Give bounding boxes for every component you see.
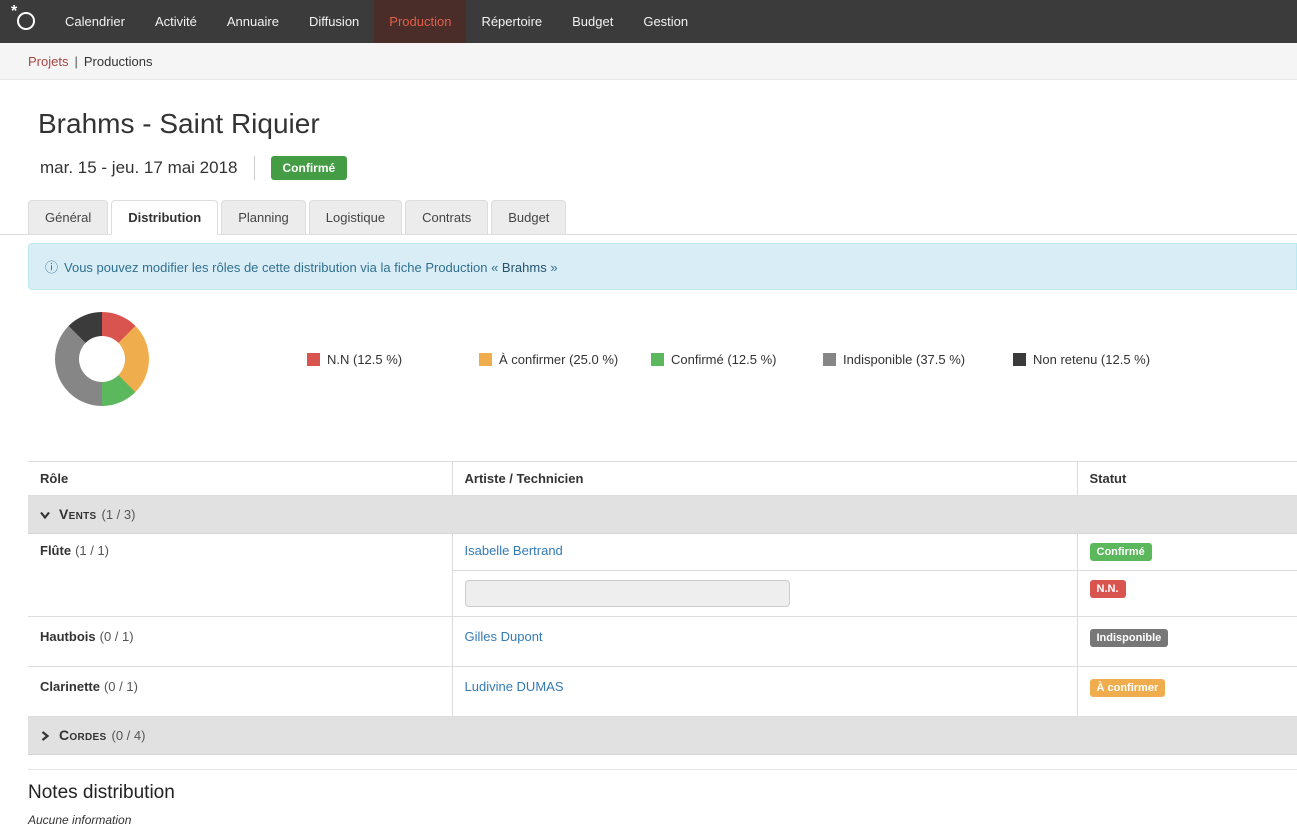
tab-contrats[interactable]: Contrats xyxy=(405,200,488,235)
breadcrumb: Projets | Productions xyxy=(0,43,1297,80)
group-name: Vents xyxy=(59,506,97,522)
column-header-statut: Statut xyxy=(1077,462,1297,496)
legend-item-confirme: Confirmé (12.5 %) xyxy=(651,352,823,367)
distribution-table: Rôle Artiste / Technicien Statut Vents (1… xyxy=(28,461,1297,755)
notes-section: Notes distribution Aucune information xyxy=(28,769,1297,827)
artist-link-gilles-dupont[interactable]: Gilles Dupont xyxy=(465,629,543,644)
table-row: Flûte (1 / 1) Isabelle Bertrand Confirmé xyxy=(28,534,1297,571)
legend-item-non-retenu: Non retenu (12.5 %) xyxy=(1013,352,1203,367)
legend-swatch xyxy=(651,353,664,366)
row-status-badge: À confirmer xyxy=(1090,679,1166,697)
legend-swatch xyxy=(1013,353,1026,366)
legend-label: À confirmer (25.0 %) xyxy=(499,352,618,367)
page-title: Brahms - Saint Riquier xyxy=(38,108,1259,140)
tab-planning[interactable]: Planning xyxy=(221,200,306,235)
notes-empty-text: Aucune information xyxy=(28,813,1297,827)
alert-production-link[interactable]: Brahms xyxy=(502,260,547,275)
chevron-down-icon[interactable] xyxy=(40,508,50,523)
legend-label: N.N (12.5 %) xyxy=(327,352,402,367)
info-icon: ⓘ xyxy=(45,260,58,275)
nav-item-repertoire[interactable]: Répertoire xyxy=(466,0,557,43)
column-header-role: Rôle xyxy=(28,462,452,496)
artist-input[interactable] xyxy=(465,580,790,607)
nav-item-diffusion[interactable]: Diffusion xyxy=(294,0,374,43)
nav-item-production[interactable]: Production xyxy=(374,0,466,43)
production-dates: mar. 15 - jeu. 17 mai 2018 xyxy=(40,158,238,178)
page-header: Brahms - Saint Riquier mar. 15 - jeu. 17… xyxy=(0,80,1297,180)
group-count: (0 / 4) xyxy=(111,728,145,743)
donut-chart xyxy=(55,312,149,406)
legend-item-a-confirmer: À confirmer (25.0 %) xyxy=(479,352,651,367)
app-logo[interactable]: * xyxy=(0,0,50,43)
nav-item-calendrier[interactable]: Calendrier xyxy=(50,0,140,43)
table-header-row: Rôle Artiste / Technicien Statut xyxy=(28,462,1297,496)
artist-link-ludivine-dumas[interactable]: Ludivine DUMAS xyxy=(465,679,564,694)
tab-logistique[interactable]: Logistique xyxy=(309,200,402,235)
alert-text-suffix: » xyxy=(547,260,558,275)
row-status-badge: Confirmé xyxy=(1090,543,1152,561)
legend-label: Indisponible (37.5 %) xyxy=(843,352,965,367)
tab-bar: Général Distribution Planning Logistique… xyxy=(0,200,1297,235)
row-status-badge: N.N. xyxy=(1090,580,1126,598)
breadcrumb-projets-link[interactable]: Projets xyxy=(28,54,68,69)
role-count: (0 / 1) xyxy=(100,629,134,644)
column-header-artiste: Artiste / Technicien xyxy=(452,462,1077,496)
artist-link-isabelle-bertrand[interactable]: Isabelle Bertrand xyxy=(465,543,563,558)
alert-text: Vous pouvez modifier les rôles de cette … xyxy=(64,260,502,275)
table-row: Clarinette (0 / 1) Ludivine DUMAS À confi… xyxy=(28,667,1297,717)
nav-item-activite[interactable]: Activité xyxy=(140,0,212,43)
legend-swatch xyxy=(307,353,320,366)
info-alert: ⓘ Vous pouvez modifier les rôles de cette… xyxy=(28,243,1297,290)
legend-item-indisponible: Indisponible (37.5 %) xyxy=(823,352,1013,367)
notes-title: Notes distribution xyxy=(28,782,1297,804)
role-cell-clarinette: Clarinette (0 / 1) xyxy=(28,667,452,717)
group-count: (1 / 3) xyxy=(102,507,136,522)
role-count: (0 / 1) xyxy=(104,679,138,694)
legend-label: Non retenu (12.5 %) xyxy=(1033,352,1150,367)
role-name: Clarinette xyxy=(40,679,100,694)
role-name: Hautbois xyxy=(40,629,96,644)
distribution-chart-section: N.N (12.5 %) À confirmer (25.0 %) Confir… xyxy=(0,290,1297,461)
logo-circle-icon xyxy=(17,12,35,30)
status-badge: Confirmé xyxy=(271,156,348,180)
nav-item-budget[interactable]: Budget xyxy=(557,0,628,43)
row-status-badge: Indisponible xyxy=(1090,629,1169,647)
top-navbar: * Calendrier Activité Annuaire Diffusion… xyxy=(0,0,1297,43)
breadcrumb-current-page: Productions xyxy=(84,54,153,69)
role-name: Flûte xyxy=(40,543,71,558)
nav-item-annuaire[interactable]: Annuaire xyxy=(212,0,294,43)
role-count: (1 / 1) xyxy=(75,543,109,558)
nav-item-gestion[interactable]: Gestion xyxy=(628,0,703,43)
legend-swatch xyxy=(479,353,492,366)
table-row: Hautbois (0 / 1) Gilles Dupont Indisponib… xyxy=(28,617,1297,667)
tab-distribution[interactable]: Distribution xyxy=(111,200,218,235)
role-cell-flute: Flûte (1 / 1) xyxy=(28,534,452,617)
tab-budget[interactable]: Budget xyxy=(491,200,566,235)
meta-divider xyxy=(254,156,255,180)
group-name: Cordes xyxy=(59,727,106,743)
tab-general[interactable]: Général xyxy=(28,200,108,235)
group-row-vents[interactable]: Vents (1 / 3) xyxy=(28,496,1297,534)
role-cell-hautbois: Hautbois (0 / 1) xyxy=(28,617,452,667)
legend-label: Confirmé (12.5 %) xyxy=(671,352,776,367)
chevron-right-icon[interactable] xyxy=(40,729,50,744)
group-row-cordes[interactable]: Cordes (0 / 4) xyxy=(28,717,1297,755)
breadcrumb-separator: | xyxy=(74,54,77,69)
legend-item-nn: N.N (12.5 %) xyxy=(307,352,479,367)
legend-swatch xyxy=(823,353,836,366)
chart-legend: N.N (12.5 %) À confirmer (25.0 %) Confir… xyxy=(307,352,1203,367)
